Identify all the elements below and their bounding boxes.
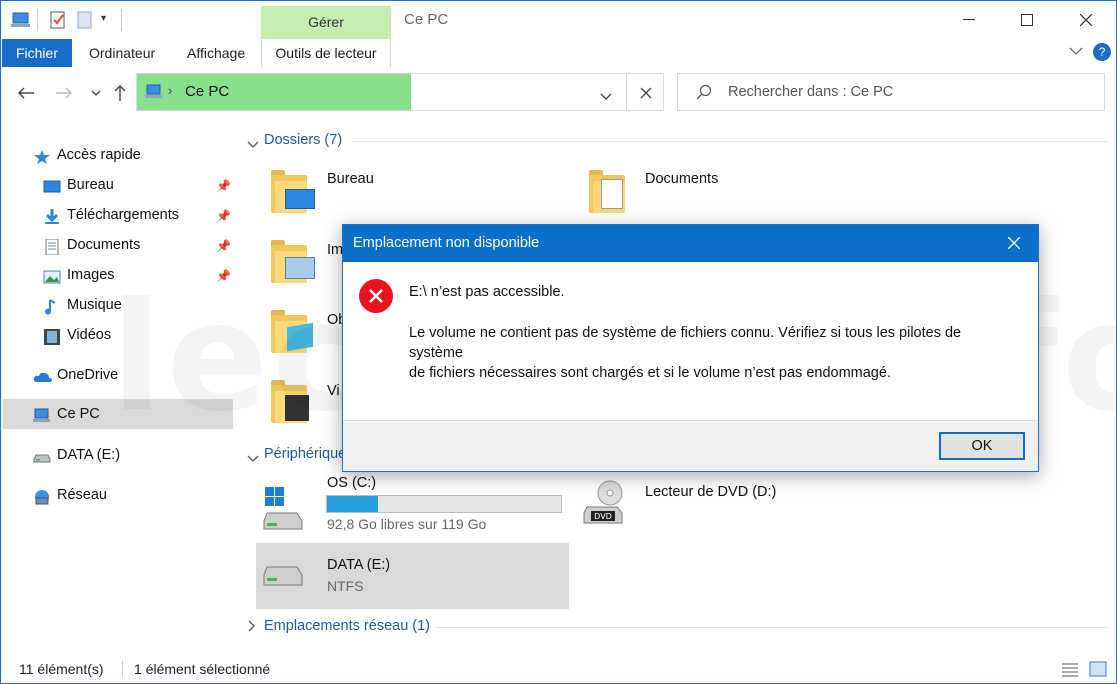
forward-arrow-icon [56,87,72,99]
breadcrumb-separator-icon: › [168,83,173,98]
tab-computer[interactable]: Ordinateur [89,39,155,67]
os-drive-icon [263,485,303,536]
back-button[interactable] [15,81,37,105]
address-bar[interactable]: › Ce PC [136,73,664,111]
star-icon [33,147,51,164]
minimize-icon [963,19,975,20]
search-placeholder: Rechercher dans : Ce PC [728,84,894,100]
drive-e-filesystem: NTFS [327,578,364,594]
dialog-title-bar: Emplacement non disponible [343,225,1038,262]
address-highlight [137,74,411,110]
group-divider [437,627,1107,628]
pin-icon[interactable]: 📌 [216,209,231,223]
close-button[interactable] [1063,1,1109,39]
explorer-window: ▾ Gérer Ce PC Fichier Ordinateur Afficha… [0,0,1117,684]
folder-icon [271,167,315,213]
drive-c-label[interactable]: OS (C:) [327,475,376,491]
error-icon [359,279,393,313]
dvd-drive-label[interactable]: Lecteur de DVD (D:) [645,484,776,500]
devices-group-header[interactable]: Périphérique [264,446,346,462]
film-icon [43,327,61,345]
minimize-button[interactable] [946,1,992,39]
breadcrumb-this-pc[interactable]: Ce PC [185,83,229,100]
ok-button[interactable]: OK [939,432,1025,460]
collapse-chevron-icon[interactable] [247,450,259,466]
customize-qat-icon[interactable]: ▾ [101,13,106,24]
tab-drive-tools[interactable]: Outils de lecteur [261,39,391,67]
dialog-message-body: Le volume ne contient pas de système de … [409,323,1009,383]
download-icon [43,207,61,224]
dialog-footer: OK [343,420,1038,471]
search-icon [696,84,712,103]
up-button[interactable] [109,81,131,105]
folder-icon [589,167,625,213]
close-icon [1080,14,1092,26]
computer-icon [33,406,51,422]
new-folder-icon[interactable] [77,11,93,32]
window-title: Ce PC [404,11,449,28]
computer-icon [11,11,33,32]
address-dropdown-icon[interactable] [600,88,612,104]
selection-count: 1 élément sélectionné [134,661,271,677]
pin-icon[interactable]: 📌 [216,179,231,193]
folder-documents-label[interactable]: Documents [645,171,718,187]
folder-desktop-label[interactable]: Bureau [327,171,374,187]
group-divider [352,141,1107,142]
dvd-drive-icon: DVD [583,479,627,530]
computer-icon [145,84,163,103]
dialog-message-line: Le volume ne contient pas de système de … [409,325,962,361]
network-icon [33,487,51,505]
dialog-close-button[interactable] [994,227,1034,259]
document-icon [43,237,61,256]
ribbon-tabs: Fichier Ordinateur Affichage Outils de l… [1,39,1116,67]
error-dialog: Emplacement non disponible E:\ n’est pas… [342,224,1039,472]
properties-icon[interactable] [49,11,67,32]
back-arrow-icon [18,87,34,99]
drive-c-usage-fill [327,496,379,512]
network-locations-header[interactable]: Emplacements réseau (1) [264,618,430,634]
clear-address-icon[interactable] [640,86,652,102]
drive-icon [33,447,51,463]
details-view-icon[interactable] [1061,661,1079,680]
expand-chevron-icon[interactable] [248,619,256,635]
chevron-down-icon [91,90,101,96]
drive-c-free-space: 92,8 Go libres sur 119 Go [327,516,487,532]
expand-ribbon-icon[interactable] [1069,45,1083,59]
pin-icon[interactable]: 📌 [216,239,231,253]
dialog-title: Emplacement non disponible [353,235,540,251]
recent-locations-button[interactable] [85,81,107,105]
context-tab-manage: Gérer [261,6,391,39]
item-count: 11 élément(s) [19,661,104,677]
drive-icon [263,561,305,594]
close-icon [1008,237,1020,249]
drive-c-usage-bar [326,495,562,513]
maximize-button[interactable] [1004,1,1050,39]
folder-images-label[interactable]: Im [327,242,343,258]
title-bar: ▾ Gérer Ce PC [1,1,1116,39]
cloud-icon [33,367,52,383]
help-icon[interactable]: ? [1093,43,1111,61]
svg-text:DVD: DVD [594,512,612,521]
pictures-icon [43,267,61,284]
drive-e-label[interactable]: DATA (E:) [327,557,390,573]
up-arrow-icon [114,85,126,101]
large-icons-view-icon[interactable] [1089,661,1107,680]
tab-file[interactable]: Fichier [2,39,72,67]
desktop-icon [43,177,61,193]
collapse-chevron-icon[interactable] [247,136,259,152]
dialog-message-line: de fichiers nécessaires sont chargés et … [409,365,891,381]
folders-group-header[interactable]: Dossiers (7) [264,132,342,148]
music-note-icon [43,297,61,315]
status-bar: 11 élément(s) 1 élément sélectionné [1,656,1116,683]
forward-button[interactable] [53,81,75,105]
search-box[interactable]: Rechercher dans : Ce PC [677,73,1105,111]
dialog-message-title: E:\ n’est pas accessible. [409,284,565,300]
maximize-icon [1021,14,1033,26]
tab-view[interactable]: Affichage [187,39,245,67]
